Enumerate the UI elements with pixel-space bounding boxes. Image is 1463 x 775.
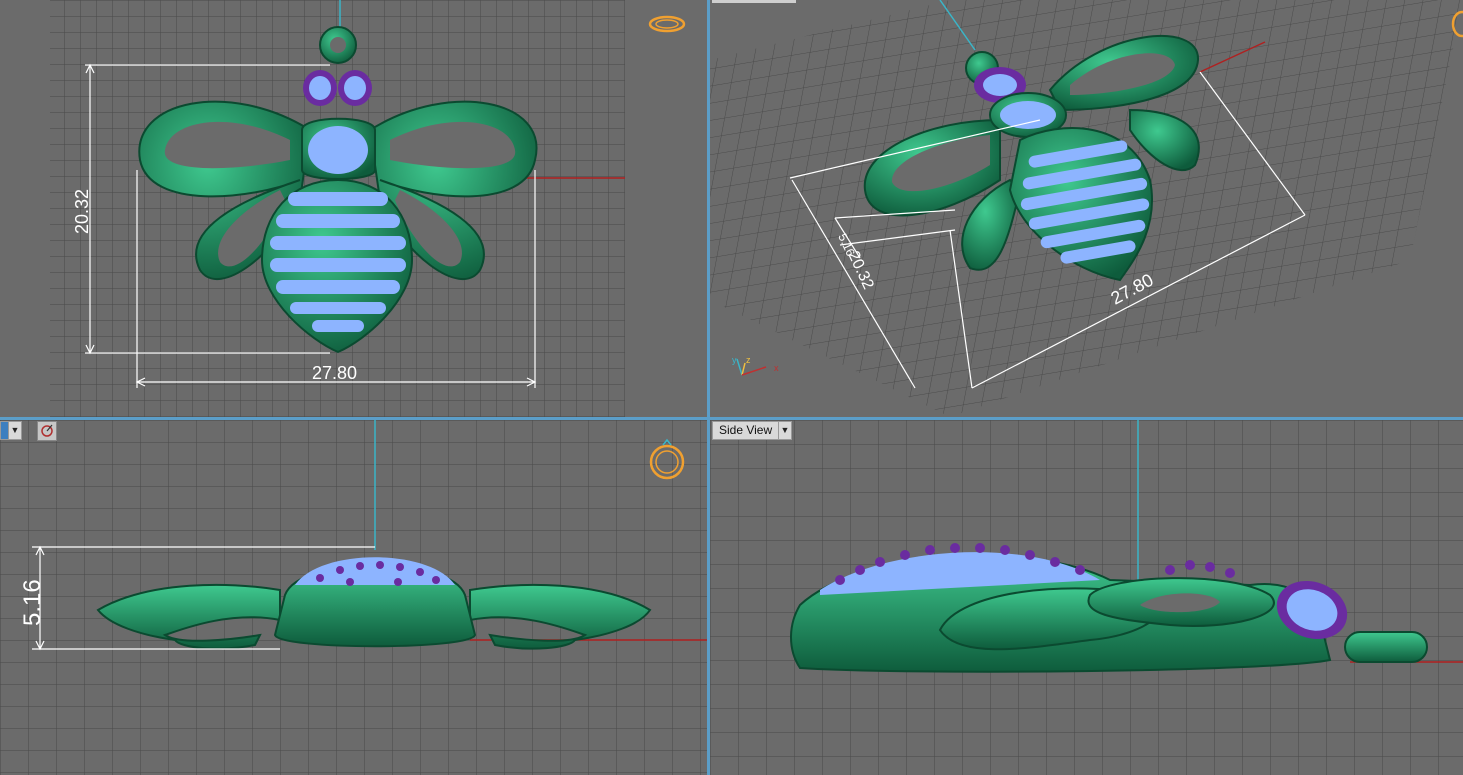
viewport-divider-vertical[interactable] — [707, 0, 710, 775]
top-view-canvas: 20.32 27.80 — [50, 0, 686, 417]
axis-x-label: x — [774, 363, 779, 373]
bail — [1344, 631, 1428, 663]
ring-icon[interactable] — [648, 15, 686, 33]
axis-z-label: z — [746, 355, 751, 365]
viewport-tab-indicator — [712, 0, 796, 3]
view-dropdown-button[interactable]: ▼ — [778, 421, 792, 440]
camera-tool-icon[interactable] — [37, 421, 57, 441]
viewport-top[interactable]: 20.32 27.80 — [0, 0, 707, 417]
view-label-button[interactable]: Side View — [712, 421, 780, 440]
viewport-perspective[interactable]: 5.16 20.32 27.80 y z x — [710, 0, 1463, 417]
axis-y-label: y — [732, 355, 737, 365]
side-view-canvas — [710, 420, 1463, 775]
dim-width-label: 27.80 — [312, 363, 357, 383]
viewport-dropdown-button[interactable]: ▼ — [8, 421, 22, 440]
perspective-canvas: 5.16 20.32 27.80 y z x — [710, 0, 1463, 417]
front-view-canvas: 5.16 — [0, 420, 707, 775]
viewport-divider-horizontal[interactable] — [0, 417, 1463, 420]
viewport-front[interactable]: 5.16 — [0, 420, 707, 775]
dim-height-label: 20.32 — [72, 189, 92, 234]
viewport-side[interactable] — [710, 420, 1463, 775]
dim-height-label: 5.16 — [19, 579, 46, 626]
axis-tripod: y z x — [732, 355, 779, 376]
